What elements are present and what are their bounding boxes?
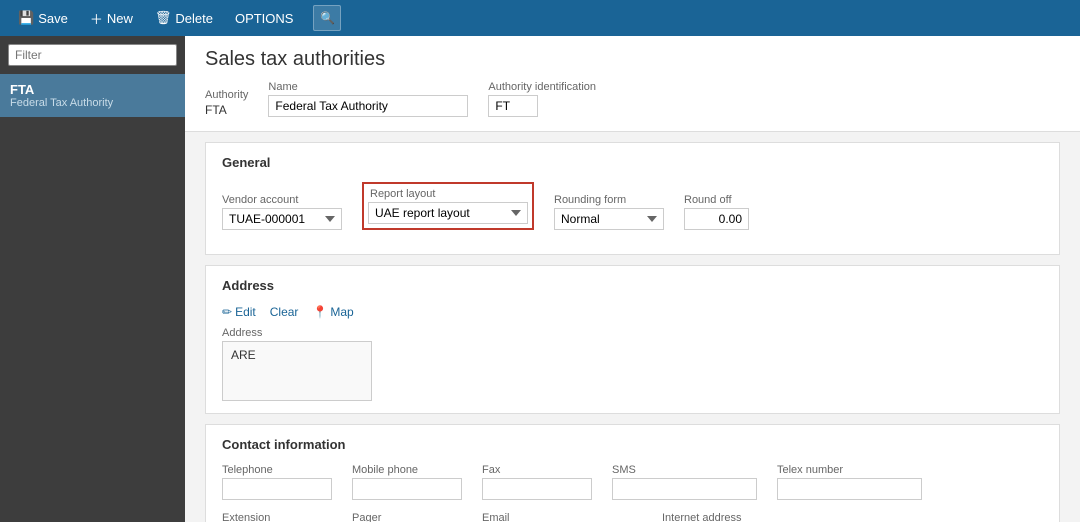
contact-section: Contact information Telephone Mobile pho…: [205, 424, 1060, 522]
sms-group: SMS: [612, 464, 757, 500]
authority-value: FTA: [205, 103, 248, 117]
round-off-input[interactable]: [684, 208, 749, 230]
delete-button[interactable]: 🗑 Delete: [145, 4, 223, 32]
report-layout-wrapper: Report layout UAE report layout: [362, 182, 534, 230]
vendor-account-group: Vendor account TUAE-000001: [222, 194, 342, 230]
sidebar-item-fta[interactable]: FTA Federal Tax Authority: [0, 74, 185, 117]
sidebar-item-code: FTA: [10, 82, 175, 97]
extension-group: Extension: [222, 512, 332, 522]
content-area: Sales tax authorities Authority FTA Name…: [185, 36, 1080, 522]
mobile-phone-group: Mobile phone: [352, 464, 462, 500]
edit-icon: ✏: [222, 305, 232, 319]
contact-row-1: Telephone Mobile phone Fax SMS Telex num…: [222, 464, 1043, 500]
plus-icon: ＋: [90, 9, 103, 28]
vendor-account-select[interactable]: TUAE-000001: [222, 208, 342, 230]
general-form-row: Vendor account TUAE-000001 Report layout…: [222, 182, 1043, 230]
telephone-input[interactable]: [222, 478, 332, 500]
map-button[interactable]: 📍 Map: [312, 305, 353, 319]
rounding-form-select[interactable]: Normal: [554, 208, 664, 230]
filter-input[interactable]: [8, 44, 177, 66]
rounding-form-group: Rounding form Normal: [554, 194, 664, 230]
name-input[interactable]: [268, 95, 468, 117]
extension-label: Extension: [222, 512, 332, 522]
address-label: Address: [222, 327, 1043, 339]
internet-address-group: Internet address: [662, 512, 822, 522]
fax-label: Fax: [482, 464, 592, 476]
name-label: Name: [268, 81, 468, 93]
telex-input[interactable]: [777, 478, 922, 500]
address-box: ARE: [222, 341, 372, 401]
report-layout-label: Report layout: [368, 188, 528, 200]
email-label: Email: [482, 512, 642, 522]
name-field-group: Name: [268, 81, 468, 117]
pager-label: Pager: [352, 512, 462, 522]
pager-group: Pager: [352, 512, 462, 522]
authority-field-group: Authority FTA: [205, 89, 248, 117]
new-button[interactable]: ＋ New: [80, 4, 143, 32]
search-icon: 🔍: [320, 11, 335, 25]
general-section: General Vendor account TUAE-000001 Repor…: [205, 142, 1060, 255]
mobile-phone-input[interactable]: [352, 478, 462, 500]
record-header: Authority FTA Name Authority identificat…: [205, 81, 1060, 121]
telex-group: Telex number: [777, 464, 922, 500]
main-layout: FTA Federal Tax Authority Sales tax auth…: [0, 36, 1080, 522]
sidebar-filter-container: [0, 36, 185, 74]
sms-label: SMS: [612, 464, 757, 476]
address-field-group: Address ARE: [222, 327, 1043, 401]
contact-section-title: Contact information: [222, 437, 1043, 452]
address-actions: ✏ Edit Clear 📍 Map: [222, 305, 1043, 319]
page-title: Sales tax authorities: [205, 48, 1060, 71]
clear-button[interactable]: Clear: [270, 305, 299, 319]
authority-id-label: Authority identification: [488, 81, 596, 93]
address-section: Address ✏ Edit Clear 📍 Map Address ARE: [205, 265, 1060, 414]
report-layout-select[interactable]: UAE report layout: [368, 202, 528, 224]
edit-button[interactable]: ✏ Edit: [222, 305, 256, 319]
authority-label: Authority: [205, 89, 248, 101]
address-section-title: Address: [222, 278, 1043, 293]
page-header: Sales tax authorities Authority FTA Name…: [185, 36, 1080, 132]
general-section-title: General: [222, 155, 1043, 170]
rounding-form-label: Rounding form: [554, 194, 664, 206]
email-group: Email: [482, 512, 642, 522]
telephone-label: Telephone: [222, 464, 332, 476]
delete-icon: 🗑: [155, 10, 172, 26]
save-icon: 💾: [18, 10, 34, 26]
vendor-account-label: Vendor account: [222, 194, 342, 206]
search-button[interactable]: 🔍: [313, 5, 341, 31]
telephone-group: Telephone: [222, 464, 332, 500]
sms-input[interactable]: [612, 478, 757, 500]
map-icon: 📍: [312, 305, 327, 319]
round-off-label: Round off: [684, 194, 749, 206]
contact-row-2: Extension Pager Email Internet address: [222, 512, 1043, 522]
internet-address-label: Internet address: [662, 512, 822, 522]
sidebar-item-name: Federal Tax Authority: [10, 97, 175, 109]
save-button[interactable]: 💾 Save: [8, 4, 78, 32]
telex-label: Telex number: [777, 464, 922, 476]
mobile-phone-label: Mobile phone: [352, 464, 462, 476]
fax-input[interactable]: [482, 478, 592, 500]
sidebar: FTA Federal Tax Authority: [0, 36, 185, 522]
round-off-group: Round off: [684, 194, 749, 230]
authority-id-input[interactable]: [488, 95, 538, 117]
toolbar: 💾 Save ＋ New 🗑 Delete OPTIONS 🔍: [0, 0, 1080, 36]
fax-group: Fax: [482, 464, 592, 500]
options-button[interactable]: OPTIONS: [225, 4, 304, 32]
authority-id-field-group: Authority identification: [488, 81, 596, 117]
